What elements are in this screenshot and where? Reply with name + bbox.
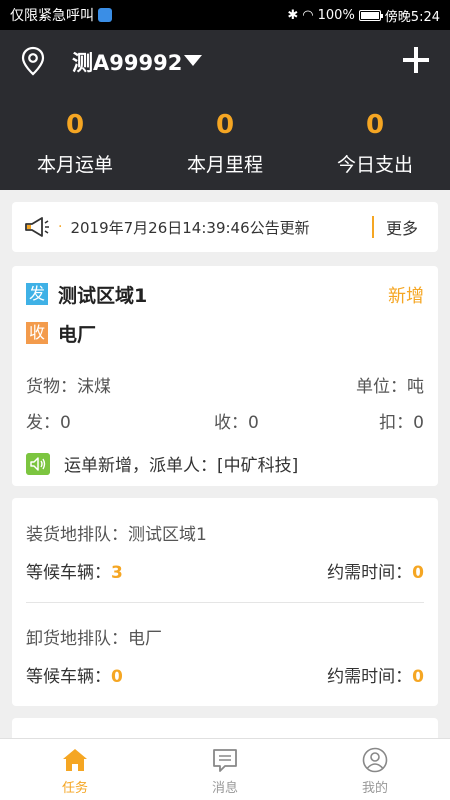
dispatch-text: 运单新增，派单人：[中矿科技] [64,456,299,476]
stat-value: 0 [215,110,235,140]
message-icon [213,749,237,772]
bottom-tab-bar: 任务 消息 我的 [0,738,450,800]
waiting-count: 0 [111,667,123,687]
unloading-queue-title: 卸货地排队：电厂 [26,629,162,649]
eta-value: 0 [412,563,424,583]
vehicle-plate[interactable]: 测A99992 [72,47,182,77]
chevron-down-icon[interactable] [184,55,202,66]
tab-tasks[interactable]: 任务 [0,739,150,800]
deducted-quantity: 扣：0 [379,413,424,433]
stats-row: 0 本月运单 0 本月里程 0 今日支出 [0,108,450,177]
divider [26,602,424,603]
announcement-bar[interactable]: · 2019年7月26日14:39:46公告更新 更多 [12,202,438,252]
status-bar: 仅限紧急呼叫 ✱ ◠ 100% 傍晚5:24 [0,0,450,30]
receive-tag: 收 [26,322,48,344]
location-pin-icon[interactable] [20,46,46,76]
stat-label: 本月里程 [186,154,263,176]
add-icon[interactable] [403,47,429,73]
announcement-text: 2019年7月26日14:39:46公告更新 [70,218,310,237]
waiting-label: 等候车辆： [26,563,111,583]
stat-value: 0 [365,110,385,140]
divider [371,216,374,238]
waiting-label: 等候车辆： [26,667,111,687]
app-notification-icon [98,8,112,22]
order-card[interactable]: 发 测试区域1 新增 收 电厂 货物：沫煤 单位：吨 发：0 收：0 扣：0 运… [12,266,438,486]
header: 测A99992 0 本月运单 0 本月里程 0 今日支出 [0,30,450,190]
destination-name: 电厂 [58,324,97,346]
notice-dot: · [58,219,63,235]
stat-label: 本月运单 [36,154,113,176]
dispatch-info: 运单新增，派单人：[中矿科技] [26,451,298,476]
more-link[interactable]: 更多 [386,215,418,239]
stat-today-expense[interactable]: 0 今日支出 [300,108,450,177]
vehicle-selector-bar: 测A99992 [0,30,450,92]
tab-messages[interactable]: 消息 [150,739,300,800]
unloading-queue-row: 等候车辆：0 约需时间：0 [26,662,424,687]
cargo-text: 货物：沫煤 [26,377,111,397]
stat-monthly-mileage[interactable]: 0 本月里程 [150,108,300,177]
unit-text: 单位：吨 [356,377,424,397]
queue-card: 装货地排队：测试区域1 等候车辆：3 约需时间：0 卸货地排队：电厂 等候车辆：… [12,498,438,706]
eta-value: 0 [412,667,424,687]
clock: 傍晚5:24 [384,9,440,25]
cargo-row: 货物：沫煤 单位：吨 [26,372,424,397]
waiting-count: 3 [111,563,123,583]
sent-quantity: 发：0 [26,413,71,433]
stat-label: 今日支出 [336,154,413,176]
user-icon [362,747,388,773]
eta-label: 约需时间： [327,563,413,583]
carrier-text: 仅限紧急呼叫 [10,8,94,24]
loading-queue-title: 装货地排队：测试区域1 [26,525,207,545]
tab-label: 我的 [361,781,388,796]
battery-percent: 100% [317,7,355,23]
battery-icon [358,9,383,21]
received-quantity: 收：0 [214,413,259,433]
origin-name: 测试区域1 [58,285,148,307]
tab-profile[interactable]: 我的 [300,739,450,800]
eta-label: 约需时间： [327,667,413,687]
stat-value: 0 [65,110,85,140]
loading-queue-row: 等候车辆：3 约需时间：0 [26,558,424,583]
wifi-icon: ◠ [302,7,314,23]
bluetooth-icon: ✱ [287,7,299,23]
home-icon [63,749,87,771]
stat-monthly-orders[interactable]: 0 本月运单 [0,108,150,177]
megaphone-icon [25,217,49,237]
send-tag: 发 [26,283,48,305]
quantity-row: 发：0 收：0 扣：0 [26,408,424,433]
status-badge: 新增 [388,286,424,307]
tab-label: 消息 [211,781,238,796]
tab-label: 任务 [61,781,88,796]
speaker-icon [26,452,50,475]
